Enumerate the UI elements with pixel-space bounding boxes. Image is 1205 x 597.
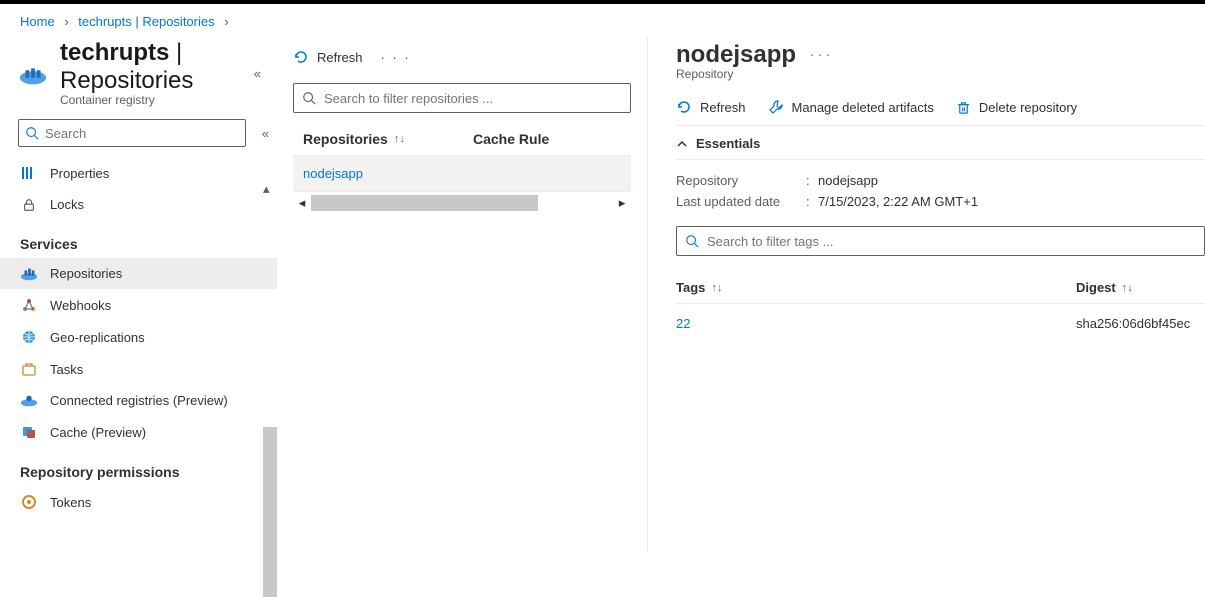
sidebar-item-geo[interactable]: Geo-replications (0, 321, 277, 353)
container-registry-icon (18, 62, 48, 88)
essentials-content: Repository : nodejsapp Last updated date… (676, 160, 1205, 226)
webhook-icon (20, 297, 38, 313)
chevron-up-icon (676, 138, 688, 150)
trash-icon (956, 100, 971, 115)
essentials-toggle[interactable]: Essentials (676, 126, 1205, 160)
refresh-button[interactable]: Refresh (293, 49, 363, 65)
ess-key-updated: Last updated date (676, 194, 806, 209)
scrollbar-thumb[interactable] (263, 427, 277, 597)
sidebar-item-label: Tasks (50, 362, 83, 377)
manage-deleted-label: Manage deleted artifacts (792, 100, 934, 115)
sidebar-item-label: Webhooks (50, 298, 111, 313)
repo-icon (20, 267, 38, 281)
col-tags[interactable]: Tags (676, 280, 705, 295)
repo-name-link[interactable]: nodejsapp (303, 166, 363, 181)
refresh-icon (676, 99, 692, 115)
tag-table-header: Tags ↑↓ Digest ↑↓ (676, 272, 1205, 304)
sidebar-search[interactable] (18, 119, 246, 147)
search-icon (302, 91, 316, 105)
tag-filter-input[interactable] (707, 234, 1196, 249)
refresh-icon (293, 49, 309, 65)
digest-value: sha256:06d6bf45ec (1076, 316, 1205, 331)
detail-refresh-label: Refresh (700, 100, 746, 115)
search-icon (25, 126, 39, 140)
detail-refresh-button[interactable]: Refresh (676, 99, 746, 115)
repo-filter[interactable] (293, 83, 631, 113)
scroll-up-icon[interactable]: ▴ (263, 181, 275, 193)
horizontal-scrollbar[interactable]: ◂ ▸ (293, 194, 631, 212)
chevron-right-icon: › (64, 14, 68, 29)
col-digest[interactable]: Digest (1076, 280, 1116, 295)
ess-val-updated: 7/15/2023, 2:22 AM GMT+1 (818, 194, 978, 209)
more-actions-button[interactable]: · · · (381, 50, 411, 65)
connected-icon (20, 394, 38, 408)
sidebar-search-input[interactable] (45, 126, 239, 141)
repo-filter-input[interactable] (324, 91, 622, 106)
sidebar-heading-permissions: Repository permissions (0, 448, 277, 486)
sidebar-item-label: Properties (50, 166, 109, 181)
breadcrumb: Home › techrupts | Repositories › (0, 4, 1205, 37)
tag-link[interactable]: 22 (676, 316, 1076, 331)
detail-subtitle: Repository (676, 67, 796, 81)
refresh-label: Refresh (317, 50, 363, 65)
scroll-right-icon[interactable]: ▸ (613, 195, 631, 211)
sidebar-item-tokens[interactable]: Tokens (0, 486, 277, 518)
globe-icon (20, 329, 38, 345)
more-actions-button[interactable]: · · · (810, 47, 830, 62)
breadcrumb-home[interactable]: Home (20, 14, 55, 29)
essentials-label: Essentials (696, 136, 760, 151)
sidebar-item-label: Locks (50, 197, 84, 212)
delete-repo-label: Delete repository (979, 100, 1077, 115)
delete-repo-button[interactable]: Delete repository (956, 99, 1077, 115)
collapse-sidebar-icon[interactable]: « (258, 122, 273, 145)
sidebar-item-webhooks[interactable]: Webhooks (0, 289, 277, 321)
tasks-icon (20, 361, 38, 377)
tag-filter[interactable] (676, 226, 1205, 256)
ess-key-repository: Repository (676, 173, 806, 188)
sidebar-item-label: Connected registries (Preview) (50, 393, 228, 408)
col-cache-rule[interactable]: Cache Rule (473, 131, 621, 147)
manage-deleted-button[interactable]: Manage deleted artifacts (768, 99, 934, 115)
sidebar-item-repositories[interactable]: Repositories (0, 258, 277, 289)
repo-row[interactable]: nodejsapp (293, 156, 631, 192)
chevron-right-icon: › (224, 14, 228, 29)
sidebar-item-tasks[interactable]: Tasks (0, 353, 277, 385)
token-icon (20, 494, 38, 510)
properties-icon (20, 165, 38, 181)
collapse-panel-icon[interactable]: « (248, 60, 267, 87)
lock-icon (20, 198, 38, 212)
detail-title: nodejsapp (676, 41, 796, 69)
search-icon (685, 234, 699, 248)
sort-icon[interactable]: ↑↓ (394, 133, 405, 145)
repo-table-header: Repositories ↑↓ Cache Rule (293, 123, 631, 156)
cache-icon (20, 424, 38, 440)
sidebar-item-label: Cache (Preview) (50, 425, 146, 440)
sort-icon[interactable]: ↑↓ (711, 282, 722, 294)
scrollbar-thumb[interactable] (311, 195, 538, 211)
sidebar-item-label: Geo-replications (50, 330, 145, 345)
sidebar-item-cache[interactable]: Cache (Preview) (0, 416, 277, 448)
sidebar-item-label: Repositories (50, 266, 122, 281)
col-repositories[interactable]: Repositories (303, 131, 388, 147)
page-title: techrupts | Repositories (60, 39, 248, 95)
sidebar-item-properties[interactable]: Properties (0, 157, 277, 189)
sidebar-item-label: Tokens (50, 495, 91, 510)
page-subtitle: Container registry (60, 93, 248, 107)
ess-val-repository: nodejsapp (818, 173, 878, 188)
sidebar-item-connected[interactable]: Connected registries (Preview) (0, 385, 277, 416)
sort-icon[interactable]: ↑↓ (1122, 282, 1133, 294)
sidebar-heading-services: Services (0, 220, 277, 258)
wrench-icon (768, 99, 784, 115)
tag-row[interactable]: 22 sha256:06d6bf45ec (676, 304, 1205, 343)
scroll-left-icon[interactable]: ◂ (293, 195, 311, 211)
sidebar-item-locks[interactable]: Locks (0, 189, 277, 220)
breadcrumb-item[interactable]: techrupts | Repositories (78, 14, 214, 29)
